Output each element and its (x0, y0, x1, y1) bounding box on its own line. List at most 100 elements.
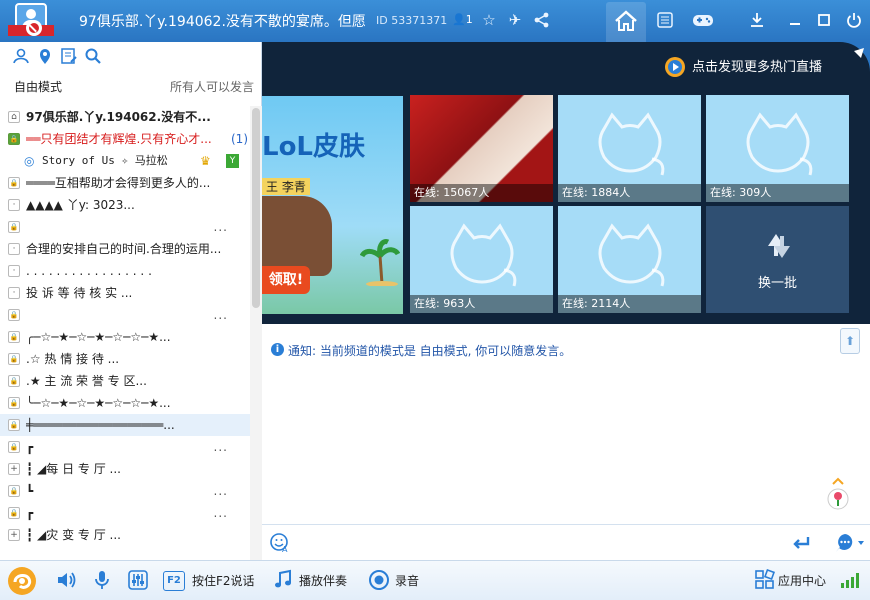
lock-icon: 🔒 (8, 397, 20, 409)
music-note-icon[interactable] (272, 569, 294, 591)
channel-tree-row[interactable]: 🔒 ╭─☆─★─☆─★─☆─☆─★... (0, 326, 250, 348)
user-list-item[interactable]: ◎ ♛ Y Story of Us ✧ 马拉松 (0, 150, 250, 172)
record-icon[interactable] (368, 569, 390, 591)
live-room-tile[interactable]: 在线: 15067人 (410, 95, 553, 202)
speaker-volume-icon[interactable] (55, 569, 77, 591)
favorite-star-icon[interactable]: ☆ (480, 11, 498, 29)
placeholder-cat-icon (598, 223, 665, 287)
channel-dot-icon: · (8, 199, 20, 211)
lock-icon: 🔒 (8, 441, 20, 453)
lock-icon: 🔒 (8, 309, 20, 321)
channel-tree-row[interactable]: ⌂ 97俱乐部.丫y.194062.没有不... (0, 106, 250, 128)
channel-name: ════互相帮助才会得到更多人的... (26, 176, 211, 190)
channel-tree-row[interactable]: 🔒 ════互相帮助才会得到更多人的... (0, 172, 250, 194)
channel-tree-row[interactable]: 🔒 ┗... (0, 480, 250, 502)
f2-key-icon[interactable]: F2 (163, 571, 185, 591)
channel-name: ┗ (26, 484, 34, 498)
live-play-icon[interactable] (664, 56, 686, 78)
channel-name: .★ 主 流 荣 誉 专 区... (26, 374, 147, 388)
lock-icon: 🔒 (8, 353, 20, 365)
live-room-tile[interactable]: 在线: 1884人 (558, 95, 701, 202)
equalizer-icon[interactable] (127, 569, 149, 591)
channel-tree-scrollbar[interactable] (250, 106, 262, 560)
palm-tree-icon (360, 239, 400, 286)
channel-tree-row[interactable]: 🔒... (0, 216, 250, 238)
channel-name: ┏ (26, 506, 34, 520)
channel-tree-row[interactable]: · 投 诉 等 待 核 实 ... (0, 282, 250, 304)
app-center-label[interactable]: 应用中心 (778, 572, 826, 590)
scroll-up-button[interactable]: ⬆ (840, 328, 860, 354)
channel-tree-row[interactable]: 🔒 ╰─☆─★─☆─★─☆─☆─★... (0, 392, 250, 414)
live-room-tile[interactable]: 在线: 2114人 (558, 206, 701, 313)
lock-icon: 🔒 (8, 221, 20, 233)
send-enter-icon[interactable] (792, 534, 812, 552)
placeholder-cat-icon (746, 112, 813, 176)
channel-avatar-icon[interactable] (8, 3, 54, 39)
expand-plus-icon[interactable]: + (8, 463, 20, 475)
location-icon[interactable] (36, 47, 54, 65)
microphone-icon[interactable] (91, 569, 113, 591)
truncation-dots: ... (213, 220, 228, 234)
channel-toolbar (0, 42, 262, 70)
channel-tree-row[interactable]: · ▲▲▲▲ 丫y: 3023... (0, 194, 250, 216)
members-icon[interactable] (12, 47, 30, 65)
push-to-talk-label[interactable]: 按住F2说话 (192, 572, 255, 590)
discover-live-link[interactable]: 点击发现更多热门直播 (692, 56, 822, 75)
share-icon[interactable] (533, 11, 551, 29)
minimize-button[interactable] (786, 11, 804, 29)
gamepad-icon[interactable] (692, 11, 714, 29)
truncation-dots: ... (213, 484, 228, 498)
home-icon: ⌂ (8, 111, 20, 123)
truncation-dots: ... (213, 506, 228, 520)
maximize-button[interactable] (815, 11, 833, 29)
channel-tree-row[interactable]: + ┇ ◢每 日 专 厅 ... (0, 458, 250, 480)
flower-gift-icon[interactable] (824, 476, 852, 510)
expand-plus-icon[interactable]: + (8, 529, 20, 541)
online-caption: 在线: 963人 (410, 295, 553, 313)
channel-tree-row[interactable]: · . . . . . . . . . . . . . . . . . (0, 260, 250, 282)
channel-tree-row[interactable]: · 合理的安排自己的时间.合理的运用... (0, 238, 250, 260)
home-tab[interactable] (606, 2, 646, 42)
channel-name: Story of Us ✧ 马拉松 (42, 154, 168, 167)
app-center-icon[interactable] (754, 568, 776, 591)
signal-strength-icon (840, 571, 860, 589)
refresh-label: 换一批 (757, 276, 797, 291)
channel-name: ╭─☆─★─☆─★─☆─☆─★... (26, 330, 171, 344)
chat-input[interactable] (298, 531, 778, 555)
channel-id: ID 53371371 (376, 14, 448, 27)
channel-tree-row[interactable]: 🔒 .★ 主 流 荣 誉 专 区... (0, 370, 250, 392)
channel-tree-row[interactable]: 🔒... (0, 304, 250, 326)
channel-tree-row[interactable]: 🔒 ╪══════════════════... (0, 414, 250, 436)
channel-name: 投 诉 等 待 核 实 ... (26, 286, 133, 300)
refresh-arrows-icon (768, 234, 790, 258)
live-room-tile[interactable]: 在线: 963人 (410, 206, 553, 313)
channel-name: .☆ 热 情 接 待 ... (26, 352, 120, 366)
search-icon[interactable] (84, 47, 102, 65)
mode-label: 自由模式 (14, 80, 63, 94)
yy-logo-icon[interactable] (6, 565, 38, 597)
bottom-toolbar: F2 按住F2说话 播放伴奏 录音 应用中心 (0, 560, 870, 600)
minimize-to-tray-button[interactable] (748, 11, 766, 29)
document-icon[interactable] (656, 11, 674, 29)
refresh-batch-button[interactable]: 换一批 (706, 206, 849, 313)
ad-title: LoL皮肤 (262, 132, 365, 162)
scrollbar-thumb[interactable] (252, 108, 260, 308)
lol-skin-ad[interactable]: LoL皮肤 王 李青 领取! (262, 96, 403, 314)
channel-dot-icon: · (8, 265, 20, 277)
record-label[interactable]: 录音 (395, 572, 419, 590)
channel-tree-row[interactable]: + ┇ ◢灾 变 专 厅 ... (0, 524, 250, 546)
channel-panel: 自由模式 所有人可以发言 ⌂ 97俱乐部.丫y.194062.没有不... 🔒 ══只… (0, 42, 262, 560)
corner-arrow-icon[interactable] (840, 42, 870, 72)
channel-tree-row[interactable]: 🔒 .☆ 热 情 接 待 ... (0, 348, 250, 370)
channel-tree-row[interactable]: 🔒 ══只有团结才有辉煌.只有齐心才... (1) (0, 128, 250, 150)
channel-tree-row[interactable]: 🔒 ┏... (0, 436, 250, 458)
play-accompaniment-label[interactable]: 播放伴奏 (299, 572, 347, 590)
fly-plane-icon[interactable]: ✈ (506, 11, 524, 29)
channel-tree-row[interactable]: 🔒 ┏... (0, 502, 250, 524)
power-close-button[interactable] (845, 11, 863, 29)
ad-claim-button[interactable]: 领取! (262, 266, 310, 294)
edit-list-icon[interactable] (60, 47, 78, 65)
speech-bubble-menu-icon[interactable] (834, 532, 866, 554)
live-room-tile[interactable]: 在线: 309人 (706, 95, 849, 202)
emoji-icon[interactable]: A (270, 533, 290, 554)
